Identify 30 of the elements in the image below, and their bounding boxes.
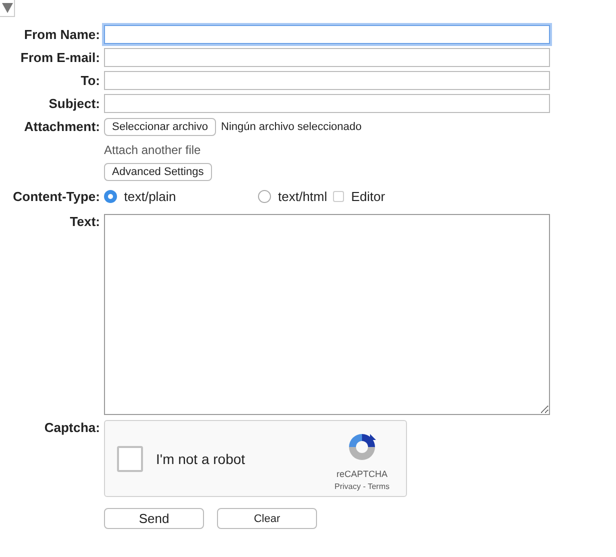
option-label: Editor [351,189,386,204]
checkbox[interactable] [333,191,344,202]
captcha-checkbox[interactable] [117,446,143,472]
field-label: To: [80,72,100,90]
advanced-settings-button[interactable]: Advanced Settings [104,163,212,181]
field-label: From Name: [23,26,100,44]
radio-button[interactable] [258,190,271,203]
field-label: From E-mail: [20,49,100,67]
clear-button[interactable]: Clear [217,508,317,529]
text-field[interactable] [104,48,550,67]
option-label: text/plain [124,189,176,204]
attach-another-link[interactable]: Attach another file [104,143,201,157]
text-field[interactable] [104,94,550,113]
captcha-label: I'm not a robot [156,450,246,466]
radio-button[interactable] [104,190,117,203]
field-label: Attachment: [23,118,100,136]
choose-file-button[interactable]: Seleccionar archivo [104,118,216,136]
field-label: Captcha: [43,420,100,435]
send-button[interactable]: Send [104,508,204,529]
field-label: Subject: [48,95,100,113]
text-area[interactable] [104,214,550,415]
disclosure-triangle-icon[interactable] [0,0,15,17]
option-label: text/html [278,189,328,204]
recaptcha-brand: reCAPTCHA [336,468,388,478]
text-field[interactable] [104,71,550,90]
field-label: Content-Type: [12,188,100,205]
privacy-terms-links[interactable]: Privacy - Terms [334,482,390,490]
file-status: Ningún archivo seleccionado [221,120,362,132]
text-field[interactable] [104,25,550,44]
field-label: Text: [68,214,100,229]
